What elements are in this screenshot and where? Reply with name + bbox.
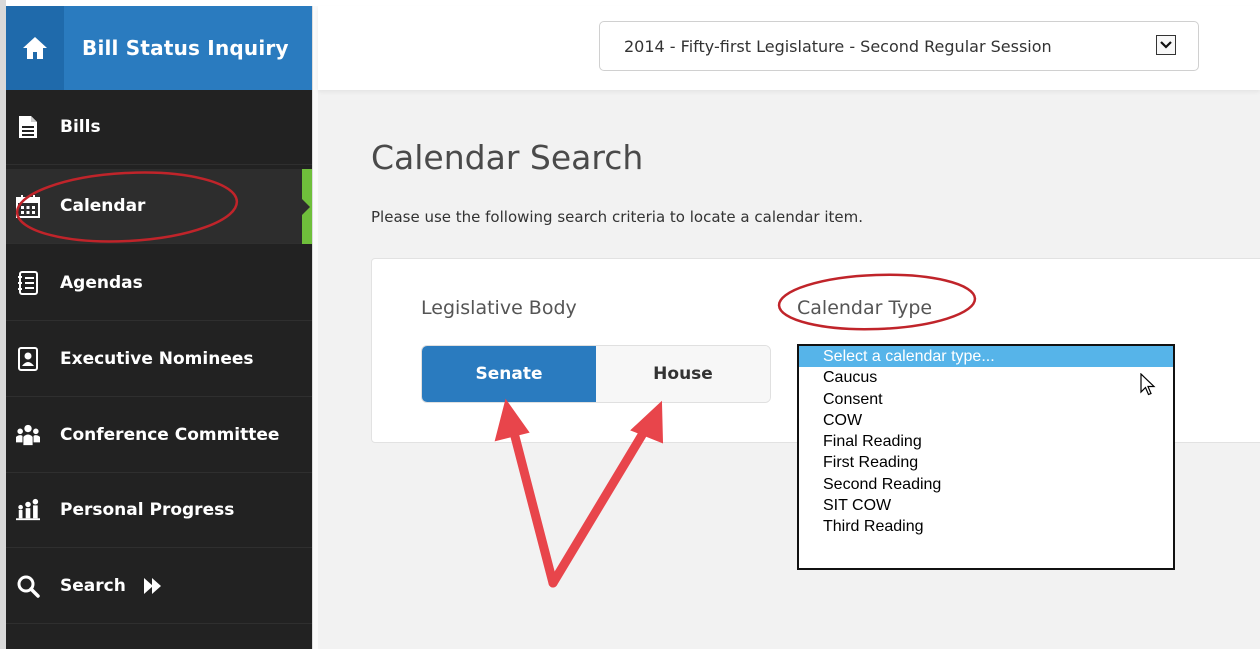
sidebar-item-search[interactable]: Search [6,549,312,624]
page-description: Please use the following search criteria… [371,208,864,226]
calendar-type-option[interactable]: Select a calendar type... [799,346,1173,368]
sidebar-item-label: Conference Committee [60,425,280,445]
page-title: Calendar Search [371,138,644,177]
top-bar: 2014 - Fifty-first Legislature - Second … [318,6,1260,90]
sidebar-item-label: Bills [60,117,101,137]
calendar-type-option[interactable]: COW [799,410,1173,431]
sidebar-item-conference-committee[interactable]: Conference Committee [6,398,312,473]
sidebar-item-label: Search [60,576,126,596]
calendar-type-option[interactable]: Consent [799,389,1173,410]
session-select-value: 2014 - Fifty-first Legislature - Second … [624,36,1052,56]
home-icon [23,37,47,59]
calendar-type-option[interactable]: Final Reading [799,431,1173,452]
sidebar-item-agendas[interactable]: Agendas [6,246,312,321]
group-icon [16,423,40,447]
calendar-type-option[interactable]: SIT COW [799,495,1173,516]
sidebar-item-executive-nominees[interactable]: Executive Nominees [6,322,312,397]
sidebar-item-label: Executive Nominees [60,349,254,369]
home-button[interactable] [6,6,64,90]
legislative-body-toggle: Senate House [421,345,771,403]
sidebar-item-bills[interactable]: Bills [6,90,312,165]
house-button[interactable]: House [596,346,770,402]
nominees-icon [16,347,40,371]
senate-button[interactable]: Senate [422,346,596,402]
brand-bar: Bill Status Inquiry [6,6,312,90]
mouse-cursor-icon [1140,373,1156,396]
calendar-type-label: Calendar Type [797,297,933,319]
search-icon [16,574,40,598]
calendar-type-option[interactable]: Caucus [799,367,1173,388]
document-icon [16,115,40,139]
progress-icon [16,498,40,522]
calendar-type-option[interactable]: First Reading [799,452,1173,473]
sidebar-item-calendar[interactable]: Calendar [6,169,312,244]
calendar-type-option[interactable]: Third Reading [799,516,1173,537]
sidebar-item-label: Personal Progress [60,500,235,520]
session-select[interactable]: 2014 - Fifty-first Legislature - Second … [599,21,1199,71]
chevron-down-icon[interactable] [1156,35,1176,55]
sidebar-item-personal-progress[interactable]: Personal Progress [6,473,312,548]
calendar-type-option[interactable]: Second Reading [799,474,1173,495]
app-title[interactable]: Bill Status Inquiry [82,36,289,60]
calendar-icon [16,194,40,218]
fast-forward-icon[interactable] [143,578,162,594]
sidebar-item-label: Agendas [60,273,143,293]
sidebar: Bill Status Inquiry Bills Calendar Agend… [6,6,312,649]
legislative-body-label: Legislative Body [421,297,577,319]
sidebar-item-label: Calendar [60,196,146,216]
agenda-icon [16,271,40,295]
calendar-type-listbox[interactable]: Select a calendar type... Caucus Consent… [797,344,1175,570]
